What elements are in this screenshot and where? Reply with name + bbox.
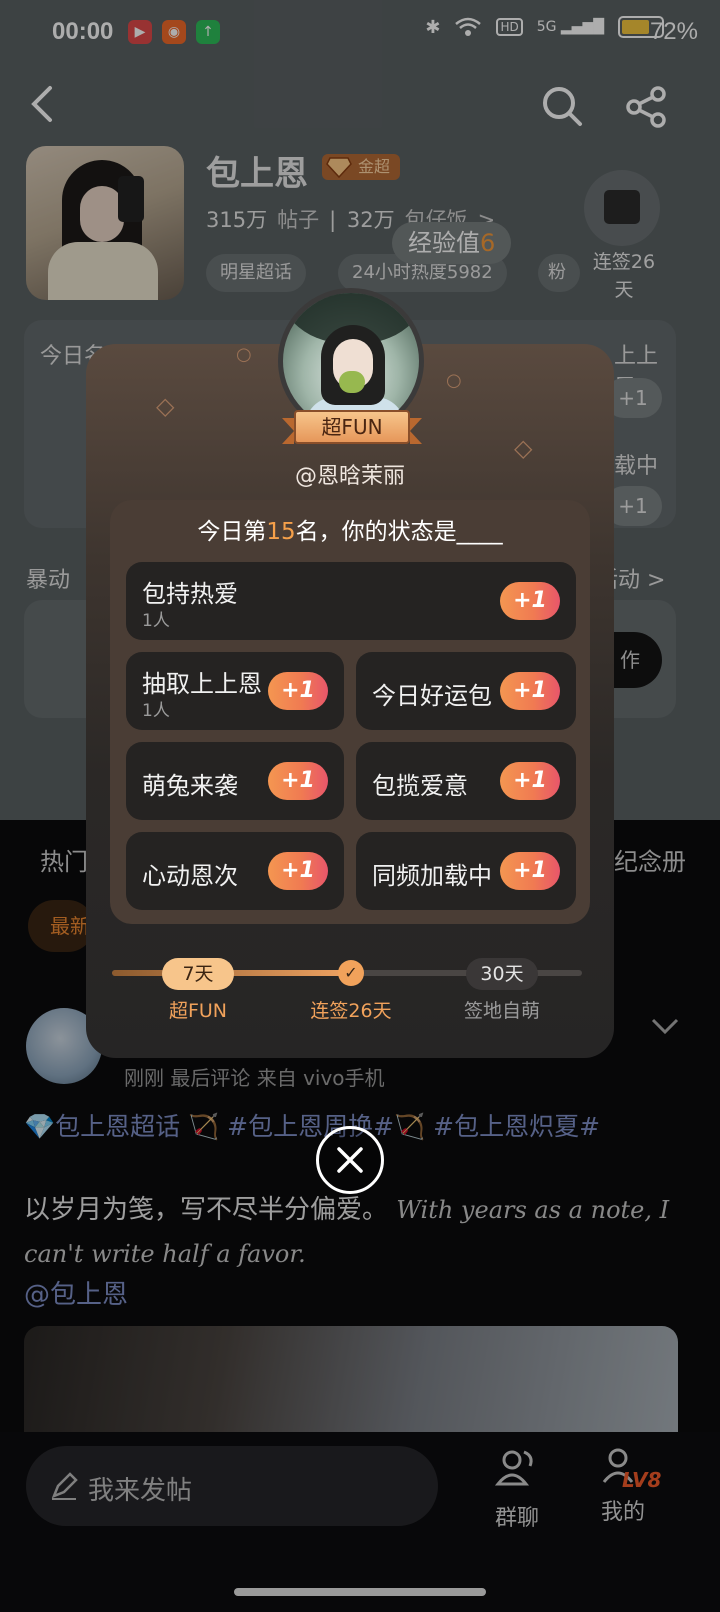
sparkle-decoration: ○ (236, 344, 252, 365)
question-prefix: 今日第 (197, 519, 267, 545)
sparkle-decoration: ◇ (156, 392, 175, 420)
status-option[interactable]: 包持热爱 1人 +1 (126, 562, 576, 640)
user-handle: @恩晗茉丽 (294, 464, 405, 489)
daily-rank: 15 (266, 519, 296, 545)
plus-one-button[interactable]: +1 (500, 852, 560, 890)
status-option[interactable]: 今日好运包 +1 (356, 652, 576, 730)
status-option[interactable]: 心动恩次 +1 (126, 832, 344, 910)
status-option-label: 萌兔来袭 (142, 772, 238, 800)
status-question: 今日第15名，你的状态是____ (110, 512, 590, 546)
status-option-count: 1人 (142, 611, 170, 631)
close-icon (337, 1147, 363, 1173)
plus-one-button[interactable]: +1 (500, 672, 560, 710)
milestone-label: 连签26天 (310, 1000, 392, 1022)
milestone-7-days: 7天 (162, 958, 234, 990)
sparkle-decoration: ○ (446, 370, 462, 391)
status-option-label: 今日好运包 (372, 682, 492, 710)
check-icon: ✓ (338, 960, 364, 986)
plus-one-button[interactable]: +1 (268, 852, 328, 890)
question-suffix: 名，你的状态是____ (295, 519, 503, 545)
milestone-label: 签地自萌 (463, 1000, 540, 1022)
plus-one-button[interactable]: +1 (268, 762, 328, 800)
plus-one-button[interactable]: +1 (500, 762, 560, 800)
status-option[interactable]: 包揽爱意 +1 (356, 742, 576, 820)
plus-one-button[interactable]: +1 (268, 672, 328, 710)
milestone-30-days: 30天 (466, 958, 538, 990)
status-option-label: 包持热爱 (142, 580, 238, 608)
super-fun-badge: 超FUN (282, 410, 422, 444)
status-option-label: 同频加载中 (372, 862, 492, 890)
status-option-label: 心动恩次 (142, 862, 238, 890)
status-option-label: 包揽爱意 (372, 772, 468, 800)
plus-one-button[interactable]: +1 (500, 582, 560, 620)
status-option-label: 抽取上上恩 (142, 670, 262, 698)
super-fun-label: 超FUN (294, 410, 410, 444)
checkin-progress-fill (112, 970, 356, 976)
milestone-label: 超FUN (168, 1000, 228, 1022)
status-option[interactable]: 同频加载中 +1 (356, 832, 576, 910)
status-option-count: 1人 (142, 701, 170, 721)
status-option[interactable]: 抽取上上恩 1人 +1 (126, 652, 344, 730)
status-option[interactable]: 萌兔来袭 +1 (126, 742, 344, 820)
close-modal-button[interactable] (316, 1126, 384, 1194)
